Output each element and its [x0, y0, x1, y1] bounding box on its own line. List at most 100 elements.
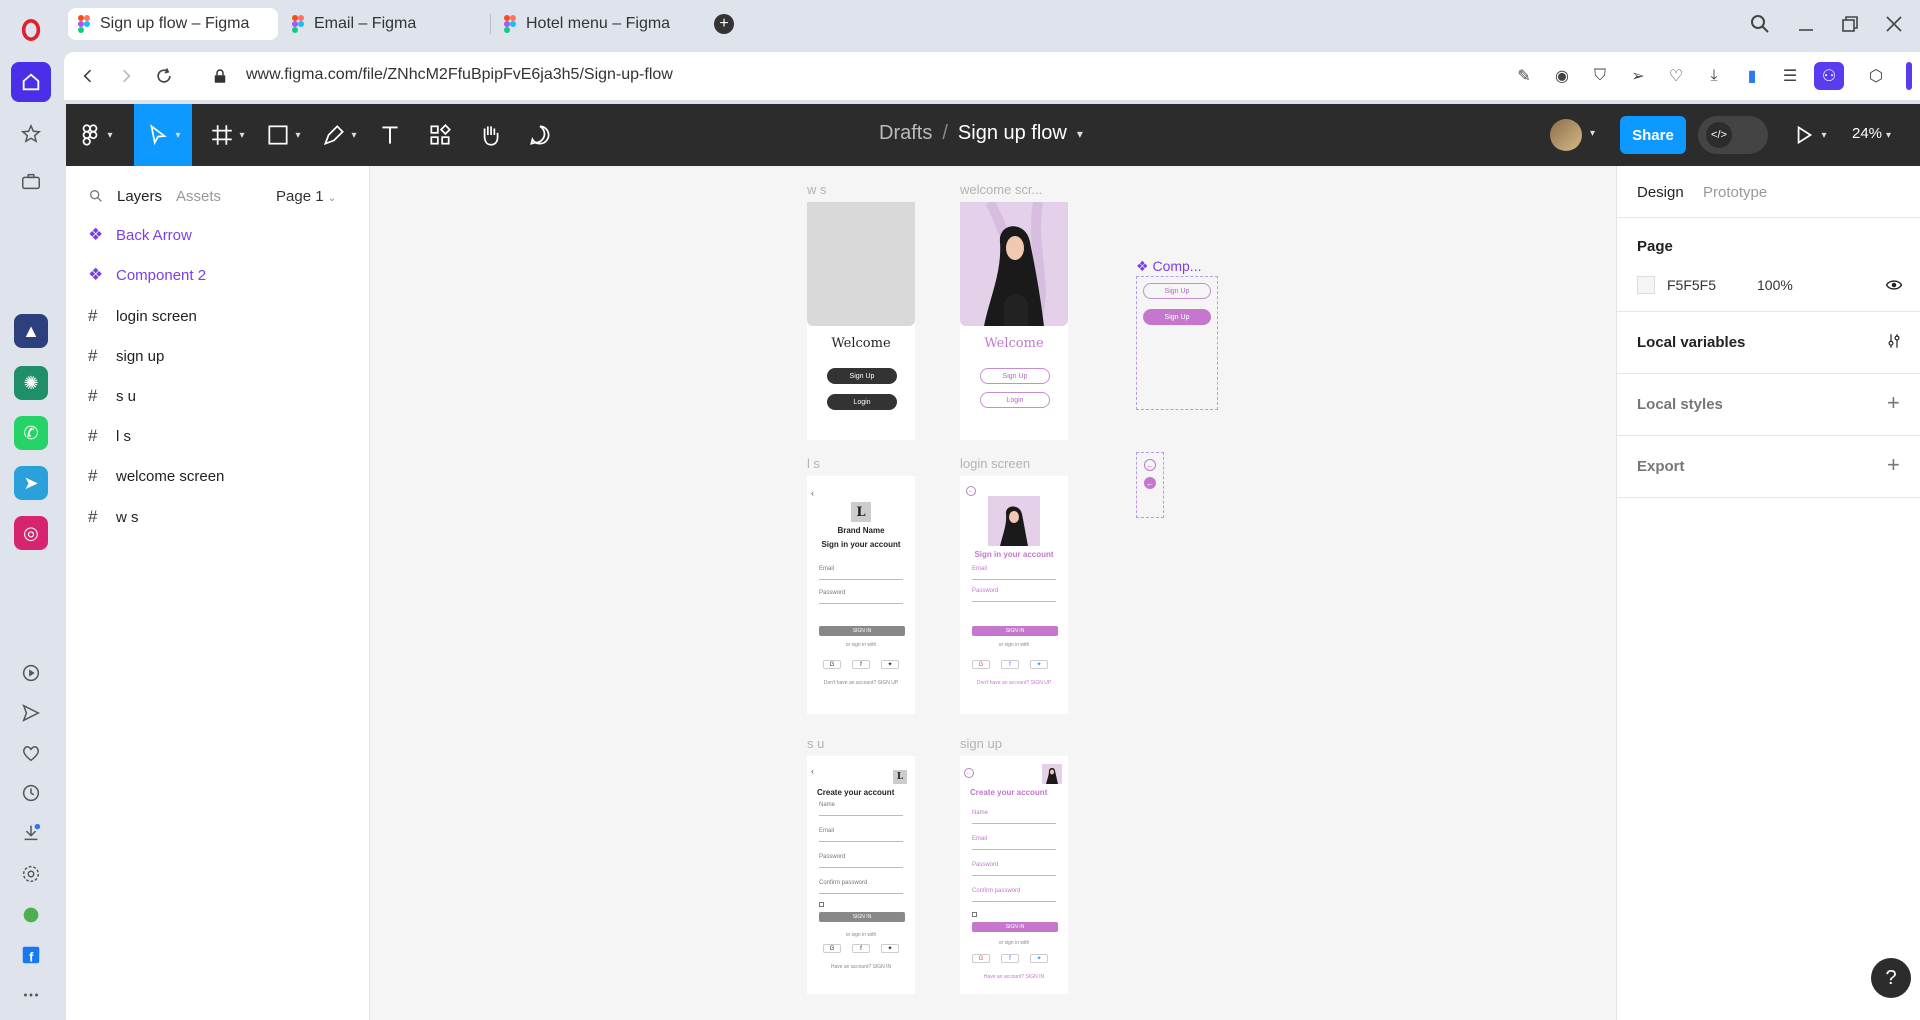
instagram-app-icon[interactable]: ◎ [14, 516, 48, 550]
reload-icon[interactable] [152, 64, 176, 88]
login-button[interactable]: Login [827, 394, 897, 410]
terms-checkbox[interactable] [972, 912, 977, 917]
tab-assets[interactable]: Assets [176, 188, 221, 205]
camera-icon[interactable]: ◉ [1550, 64, 1574, 88]
component-label[interactable]: ❖ Comp... [1136, 258, 1201, 275]
no-account-link[interactable]: Don't have an account? SIGN UP [807, 680, 915, 686]
sign-in-button[interactable]: SIGN IN [819, 912, 905, 922]
component-set-frame[interactable]: Sign Up Sign Up [1136, 276, 1218, 410]
google-icon[interactable]: G [823, 944, 841, 953]
local-variables-section[interactable]: Local variables [1617, 312, 1920, 374]
google-icon[interactable]: G [823, 660, 841, 669]
tab-hotel-menu[interactable]: Hotel menu – Figma [494, 8, 724, 40]
facebook-icon[interactable]: f [1001, 660, 1019, 669]
twitter-icon[interactable]: ✦ [1030, 954, 1048, 963]
password-field[interactable]: Password [819, 854, 903, 868]
facebook-icon[interactable]: f [852, 944, 870, 953]
move-tool-button[interactable]: ▾ [134, 104, 192, 166]
layer-w-s[interactable]: # w s [88, 502, 139, 532]
comment-tool-button[interactable] [520, 104, 560, 166]
layer-s-u[interactable]: # s u [88, 381, 136, 411]
layer-sign-up[interactable]: # sign up [88, 341, 164, 371]
home-icon[interactable] [11, 62, 51, 102]
frame-label-ws[interactable]: w s [807, 182, 827, 197]
send-icon[interactable]: ➢ [1626, 64, 1650, 88]
page-opacity-value[interactable]: 100% [1757, 277, 1793, 293]
search-icon[interactable] [88, 188, 104, 208]
heart-icon[interactable] [11, 733, 51, 773]
layer-l-s[interactable]: # l s [88, 421, 131, 451]
history-icon[interactable] [11, 773, 51, 813]
text-tool-button[interactable] [370, 104, 410, 166]
back-icon[interactable] [76, 64, 100, 88]
resources-tool-button[interactable] [420, 104, 460, 166]
sign-up-button[interactable]: Sign Up [827, 368, 897, 384]
terms-checkbox[interactable] [819, 902, 824, 907]
frame-label-welcome[interactable]: welcome scr... [960, 182, 1042, 197]
close-window-icon[interactable] [1882, 12, 1906, 36]
email-field[interactable]: Email [972, 566, 1056, 580]
more-icon[interactable] [11, 975, 51, 1015]
password-field[interactable]: Password [972, 862, 1056, 876]
hand-tool-button[interactable] [470, 104, 510, 166]
frame-w-s[interactable]: Welcome Sign Up Login [807, 202, 915, 440]
briefcase-icon[interactable] [11, 162, 51, 202]
easy-setup-icon[interactable]: ☰ [1778, 64, 1802, 88]
facebook-icon[interactable]: f [852, 660, 870, 669]
facebook-icon[interactable]: f [1001, 954, 1019, 963]
export-section[interactable]: Export + [1617, 436, 1920, 498]
email-field[interactable]: Email [972, 836, 1056, 850]
heart-icon[interactable]: ♡ [1664, 64, 1688, 88]
page-color-value[interactable]: F5F5F5 [1667, 277, 1716, 293]
confirm-password-field[interactable]: Confirm password [819, 880, 903, 894]
have-account-link[interactable]: Have an account? SIGN IN [960, 974, 1068, 980]
profile-icon[interactable]: ⚇ [1814, 62, 1844, 90]
password-field[interactable]: Password [972, 588, 1056, 602]
frame-label-ls[interactable]: l s [807, 456, 820, 471]
layer-login-screen[interactable]: # login screen [88, 301, 197, 331]
back-arrow-outline-icon[interactable]: ← [1144, 459, 1156, 471]
layer-welcome-screen[interactable]: # welcome screen [88, 461, 224, 491]
frame-welcome-screen[interactable]: Welcome Sign Up Login [960, 202, 1068, 440]
email-field[interactable]: Email [819, 566, 903, 580]
zoom-level[interactable]: 24% ▾ [1852, 125, 1891, 142]
confirm-password-field[interactable]: Confirm password [972, 888, 1056, 902]
sign-up-variant-outline[interactable]: Sign Up [1143, 283, 1211, 299]
twitter-icon[interactable]: ✦ [881, 660, 899, 669]
extensions-cube-icon[interactable]: ⬡ [1864, 64, 1888, 88]
download-icon[interactable]: ⤓ [1702, 64, 1726, 88]
page-color-swatch[interactable] [1637, 276, 1655, 294]
breadcrumb-drafts[interactable]: Drafts [879, 122, 932, 145]
add-style-plus-icon[interactable]: + [1887, 390, 1900, 416]
file-name[interactable]: Sign up flow [958, 122, 1067, 145]
frame-login-screen[interactable]: ← Sign in your account Email Password SI… [960, 476, 1068, 714]
star-icon[interactable] [11, 114, 51, 154]
edit-icon[interactable]: ✎ [1512, 64, 1536, 88]
battery-icon[interactable]: ▮ [1740, 64, 1764, 88]
shape-tool-button[interactable]: ▾ [258, 104, 308, 166]
share-button[interactable]: Share [1620, 116, 1686, 154]
restore-icon[interactable] [1838, 12, 1862, 36]
google-icon[interactable]: G [972, 954, 990, 963]
tab-email[interactable]: Email – Figma [282, 8, 482, 40]
avatar[interactable] [1550, 119, 1582, 151]
back-arrow-filled-icon[interactable]: ← [1144, 477, 1156, 489]
have-account-link[interactable]: Have an account? SIGN IN [807, 964, 915, 970]
back-arrow-icon[interactable]: ← [966, 486, 976, 496]
frame-tool-button[interactable]: ▾ [202, 104, 252, 166]
minimize-icon[interactable] [1794, 12, 1818, 36]
tab-design[interactable]: Design [1637, 184, 1684, 201]
sign-in-button[interactable]: SIGN IN [972, 922, 1058, 932]
frame-sign-up[interactable]: ← Create your account Name Email Passwor… [960, 756, 1068, 994]
download-icon[interactable] [11, 813, 51, 853]
no-account-link[interactable]: Don't have an account? SIGN UP [960, 680, 1068, 686]
settings-icon[interactable] [11, 854, 51, 894]
shield-icon[interactable]: ⛉ [1588, 64, 1612, 88]
design-canvas[interactable]: w s welcome scr... Welcome Sign Up Login… [371, 166, 1616, 1020]
back-arrow-icon[interactable]: ← [964, 768, 974, 778]
help-button[interactable]: ? [1871, 958, 1911, 998]
google-icon[interactable]: G [972, 660, 990, 669]
frame-label-signup[interactable]: sign up [960, 736, 1002, 751]
password-field[interactable]: Password [819, 590, 903, 604]
frame-l-s[interactable]: ‹ L Brand Name Sign in your account Emai… [807, 476, 915, 714]
